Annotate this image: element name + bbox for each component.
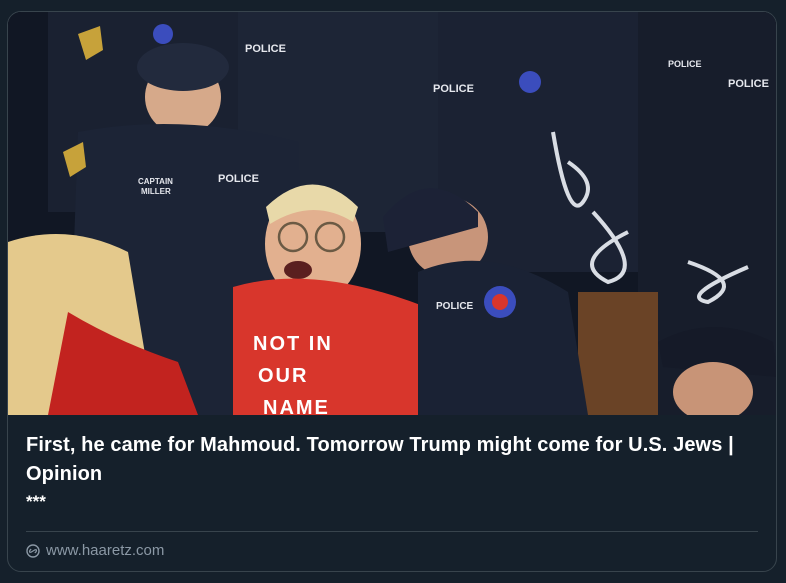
badge-label: POLICE [728, 78, 769, 90]
card-meta: First, he came for Mahmoud. Tomorrow Tru… [8, 415, 776, 559]
nameplate-line-2: MILLER [141, 187, 171, 196]
article-headline[interactable]: First, he came for Mahmoud. Tomorrow Tru… [26, 431, 758, 489]
badge-label: POLICE [668, 59, 702, 69]
article-photo[interactable]: NOT IN OUR NAME POLICE POLICE POLICE POL… [8, 12, 776, 415]
shirt-line-3: NAME [263, 397, 330, 415]
link-icon [26, 543, 40, 558]
nameplate-line-1: CAPTAIN [138, 177, 173, 186]
shirt-line-1: NOT IN [253, 333, 333, 355]
badge-label: POLICE [245, 43, 286, 55]
source-domain: www.haaretz.com [46, 542, 165, 559]
article-description: *** [26, 492, 46, 511]
badge-label: POLICE [218, 173, 259, 185]
source-link[interactable]: www.haaretz.com [26, 542, 164, 559]
divider [26, 531, 758, 532]
badge-label: POLICE [436, 301, 474, 312]
link-preview-card[interactable]: NOT IN OUR NAME POLICE POLICE POLICE POL… [7, 11, 777, 572]
shirt-line-2: OUR [258, 365, 308, 387]
badge-label: POLICE [433, 83, 474, 95]
